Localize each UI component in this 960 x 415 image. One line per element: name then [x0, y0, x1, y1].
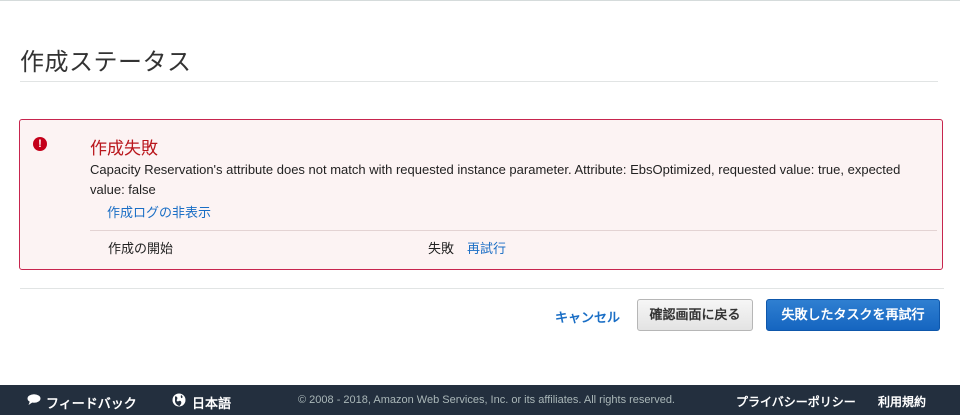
step-retry-link[interactable]: 再試行	[467, 238, 506, 257]
language-selector[interactable]: 日本語	[192, 393, 231, 412]
retry-failed-tasks-button[interactable]: 失敗したタスクを再試行	[766, 299, 940, 331]
terms-of-use-link[interactable]: 利用規約	[878, 393, 926, 410]
footer: フィードバック 日本語 © 2008 - 2018, Amazon Web Se…	[0, 385, 960, 415]
top-border	[0, 0, 960, 1]
globe-icon	[172, 393, 186, 407]
title-divider	[20, 81, 938, 82]
privacy-policy-link[interactable]: プライバシーポリシー	[736, 393, 856, 410]
page-title: 作成ステータス	[20, 49, 192, 76]
exclamation-circle-icon: !	[33, 137, 47, 151]
log-divider	[90, 230, 937, 231]
back-to-review-button[interactable]: 確認画面に戻る	[637, 299, 753, 331]
feedback-link[interactable]: フィードバック	[46, 393, 137, 412]
step-status: 失敗	[428, 241, 455, 256]
step-label: 作成の開始	[108, 241, 174, 256]
error-title: 作成失敗	[90, 139, 158, 158]
cancel-button[interactable]: キャンセル	[555, 307, 620, 326]
chat-bubble-icon	[27, 394, 41, 405]
actions-divider	[20, 288, 944, 289]
copyright-text: © 2008 - 2018, Amazon Web Services, Inc.…	[298, 394, 675, 406]
error-message: Capacity Reservation's attribute does no…	[90, 162, 901, 197]
hide-log-link[interactable]: 作成ログの非表示	[107, 202, 211, 221]
